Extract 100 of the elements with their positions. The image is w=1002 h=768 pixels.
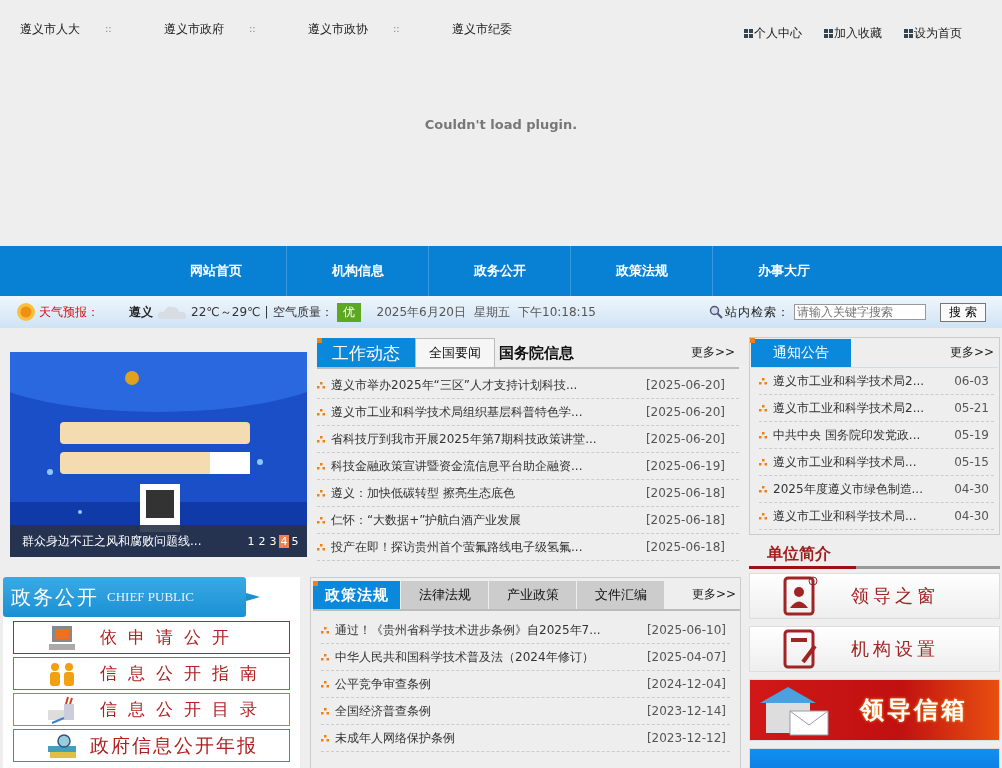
bullet-icon <box>321 653 329 661</box>
utility-link[interactable]: 加入收藏 <box>824 25 882 42</box>
air-quality-badge: 优 <box>336 302 361 322</box>
tab[interactable]: 产业政策 <box>489 581 576 609</box>
divider-text: | <box>264 305 269 319</box>
bullet-icon <box>317 462 325 470</box>
news-link[interactable]: 科技金融政策宣讲暨资金流信息平台助企融资... <box>331 457 583 475</box>
more-link[interactable]: 更多>> <box>687 586 740 609</box>
news-date: [2025-06-10] <box>646 623 726 637</box>
bullet-icon <box>759 404 767 412</box>
search-label: 站内检索： <box>725 303 791 321</box>
bullet-icon <box>759 458 767 466</box>
utility-link[interactable]: 设为首页 <box>904 25 962 42</box>
quick-link-button[interactable]: 领导之窗 <box>749 573 1000 619</box>
more-link[interactable]: 更多>> <box>945 344 998 367</box>
bullet-icon <box>317 543 325 551</box>
open-gov-button[interactable]: 政府信息公开年报 <box>13 729 290 762</box>
nav-item[interactable]: 办事大厅 <box>713 246 854 296</box>
page-number[interactable]: 3 <box>268 534 278 548</box>
site-link[interactable]: 遵义市人大 <box>20 21 105 42</box>
search-button[interactable]: 搜 索 <box>940 302 986 322</box>
news-date: 05-19 <box>954 428 989 442</box>
tab[interactable]: 文件汇编 <box>577 581 664 609</box>
grid-icon <box>824 29 833 38</box>
news-link[interactable]: 中华人民共和国科学技术普及法（2024年修订） <box>335 648 594 666</box>
city-name: 遵义 <box>129 303 153 321</box>
sun-icon <box>16 302 36 322</box>
news-link[interactable]: 遵义市工业和科学技术局... <box>773 453 917 471</box>
page-number[interactable]: 5 <box>290 534 300 548</box>
news-date: [2025-06-20] <box>645 432 725 446</box>
news-link[interactable]: 通过！《贵州省科学技术进步条例》自2025年7... <box>335 621 601 639</box>
news-link[interactable]: 2025年度遵义市绿色制造... <box>773 480 923 498</box>
news-date: [2025-06-19] <box>645 459 725 473</box>
news-link[interactable]: 公平竞争审查条例 <box>335 675 431 693</box>
bullet-icon <box>317 381 325 389</box>
temperature: 22℃～29℃ <box>191 303 261 321</box>
news-link[interactable]: 省科技厅到我市开展2025年第7期科技政策讲堂... <box>331 430 597 448</box>
tab[interactable]: 法律法规 <box>401 581 488 609</box>
link-separator: :: <box>105 22 113 36</box>
search-field[interactable]: 请输入关键字搜索 <box>794 304 927 320</box>
weekday-text: 星期五 <box>474 303 510 321</box>
bullet-icon <box>321 707 329 715</box>
bullet-icon <box>759 377 767 385</box>
bullet-icon <box>759 512 767 520</box>
open-gov-button[interactable]: 信息公开目录 <box>13 693 290 726</box>
news-link[interactable]: 未成年人网络保护条例 <box>335 729 455 747</box>
page-number[interactable]: 1 <box>246 534 256 548</box>
tab[interactable]: 国务院信息 <box>495 339 578 367</box>
bullet-icon <box>321 680 329 688</box>
news-link[interactable]: 遵义市工业和科学技术局2... <box>773 399 925 417</box>
news-date: [2023-12-14] <box>646 704 726 718</box>
bullet-icon <box>759 431 767 439</box>
quick-link-button[interactable]: 机构设置 <box>749 626 1000 672</box>
tab[interactable]: 全国要闻 <box>415 338 495 367</box>
news-date: [2025-06-18] <box>645 486 725 500</box>
news-date: [2025-04-07] <box>646 650 726 664</box>
section-heading: 单位简介 <box>749 544 856 569</box>
tab[interactable]: 政策法规 <box>313 581 400 609</box>
bullet-icon <box>321 626 329 634</box>
plugin-message: Couldn't load plugin. <box>424 116 578 132</box>
link-separator: :: <box>393 22 401 36</box>
news-link[interactable]: 投产在即！探访贵州首个萤氟路线电子级氢氟... <box>331 538 583 556</box>
news-date: [2023-12-12] <box>646 731 726 745</box>
news-link[interactable]: 遵义市工业和科学技术局... <box>773 507 917 525</box>
panel-tab[interactable]: 通知公告 <box>751 339 851 367</box>
search-icon <box>709 305 724 319</box>
news-date: 04-30 <box>954 509 989 523</box>
tab[interactable]: 工作动态 <box>317 338 415 367</box>
news-date: [2025-06-20] <box>645 378 725 392</box>
news-link[interactable]: 遵义市工业和科学技术局组织基层科普特色学... <box>331 403 583 421</box>
news-link[interactable]: 仁怀：“大数据+”护航白酒产业发展 <box>331 511 522 529</box>
bullet-icon <box>317 408 325 416</box>
news-link[interactable]: 遵义：加快低碳转型 擦亮生态底色 <box>331 484 515 502</box>
news-date: [2025-06-20] <box>645 405 725 419</box>
grid-icon <box>744 29 753 38</box>
page-number[interactable]: 2 <box>257 534 267 548</box>
news-date: 05-15 <box>954 455 989 469</box>
news-date: [2025-06-18] <box>645 513 725 527</box>
link-separator: :: <box>249 22 257 36</box>
news-link[interactable]: 全国经济普查条例 <box>335 702 431 720</box>
bullet-icon <box>317 489 325 497</box>
news-link[interactable]: 遵义市举办2025年“三区”人才支持计划科技... <box>331 376 578 394</box>
bullet-icon <box>317 435 325 443</box>
clock-text: 下午10:18:15 <box>518 303 596 321</box>
utility-link[interactable]: 个人中心 <box>744 25 802 42</box>
slide-caption: 群众身边不正之风和腐败问题线... <box>22 532 202 550</box>
panel-subtitle: CHIEF PUBLIC <box>107 589 195 605</box>
site-link[interactable]: 遵义市政府 <box>164 21 249 42</box>
open-gov-button[interactable]: 信息公开指南 <box>13 657 290 690</box>
news-date: [2024-12-04] <box>646 677 726 691</box>
bullet-icon <box>317 516 325 524</box>
mailbox-button[interactable]: 领导信箱 <box>749 679 1000 741</box>
news-date: 06-03 <box>954 374 989 388</box>
panel-title: 政务公开 <box>11 583 99 611</box>
news-link[interactable]: 中共中央 国务院印发党政... <box>773 426 921 444</box>
site-link[interactable]: 遵义市纪委 <box>452 21 537 42</box>
site-link[interactable]: 遵义市政协 <box>308 21 393 42</box>
open-gov-button[interactable]: 依申请公开 <box>13 621 290 654</box>
news-link[interactable]: 遵义市工业和科学技术局2... <box>773 372 925 390</box>
more-link[interactable]: 更多>> <box>686 344 739 367</box>
